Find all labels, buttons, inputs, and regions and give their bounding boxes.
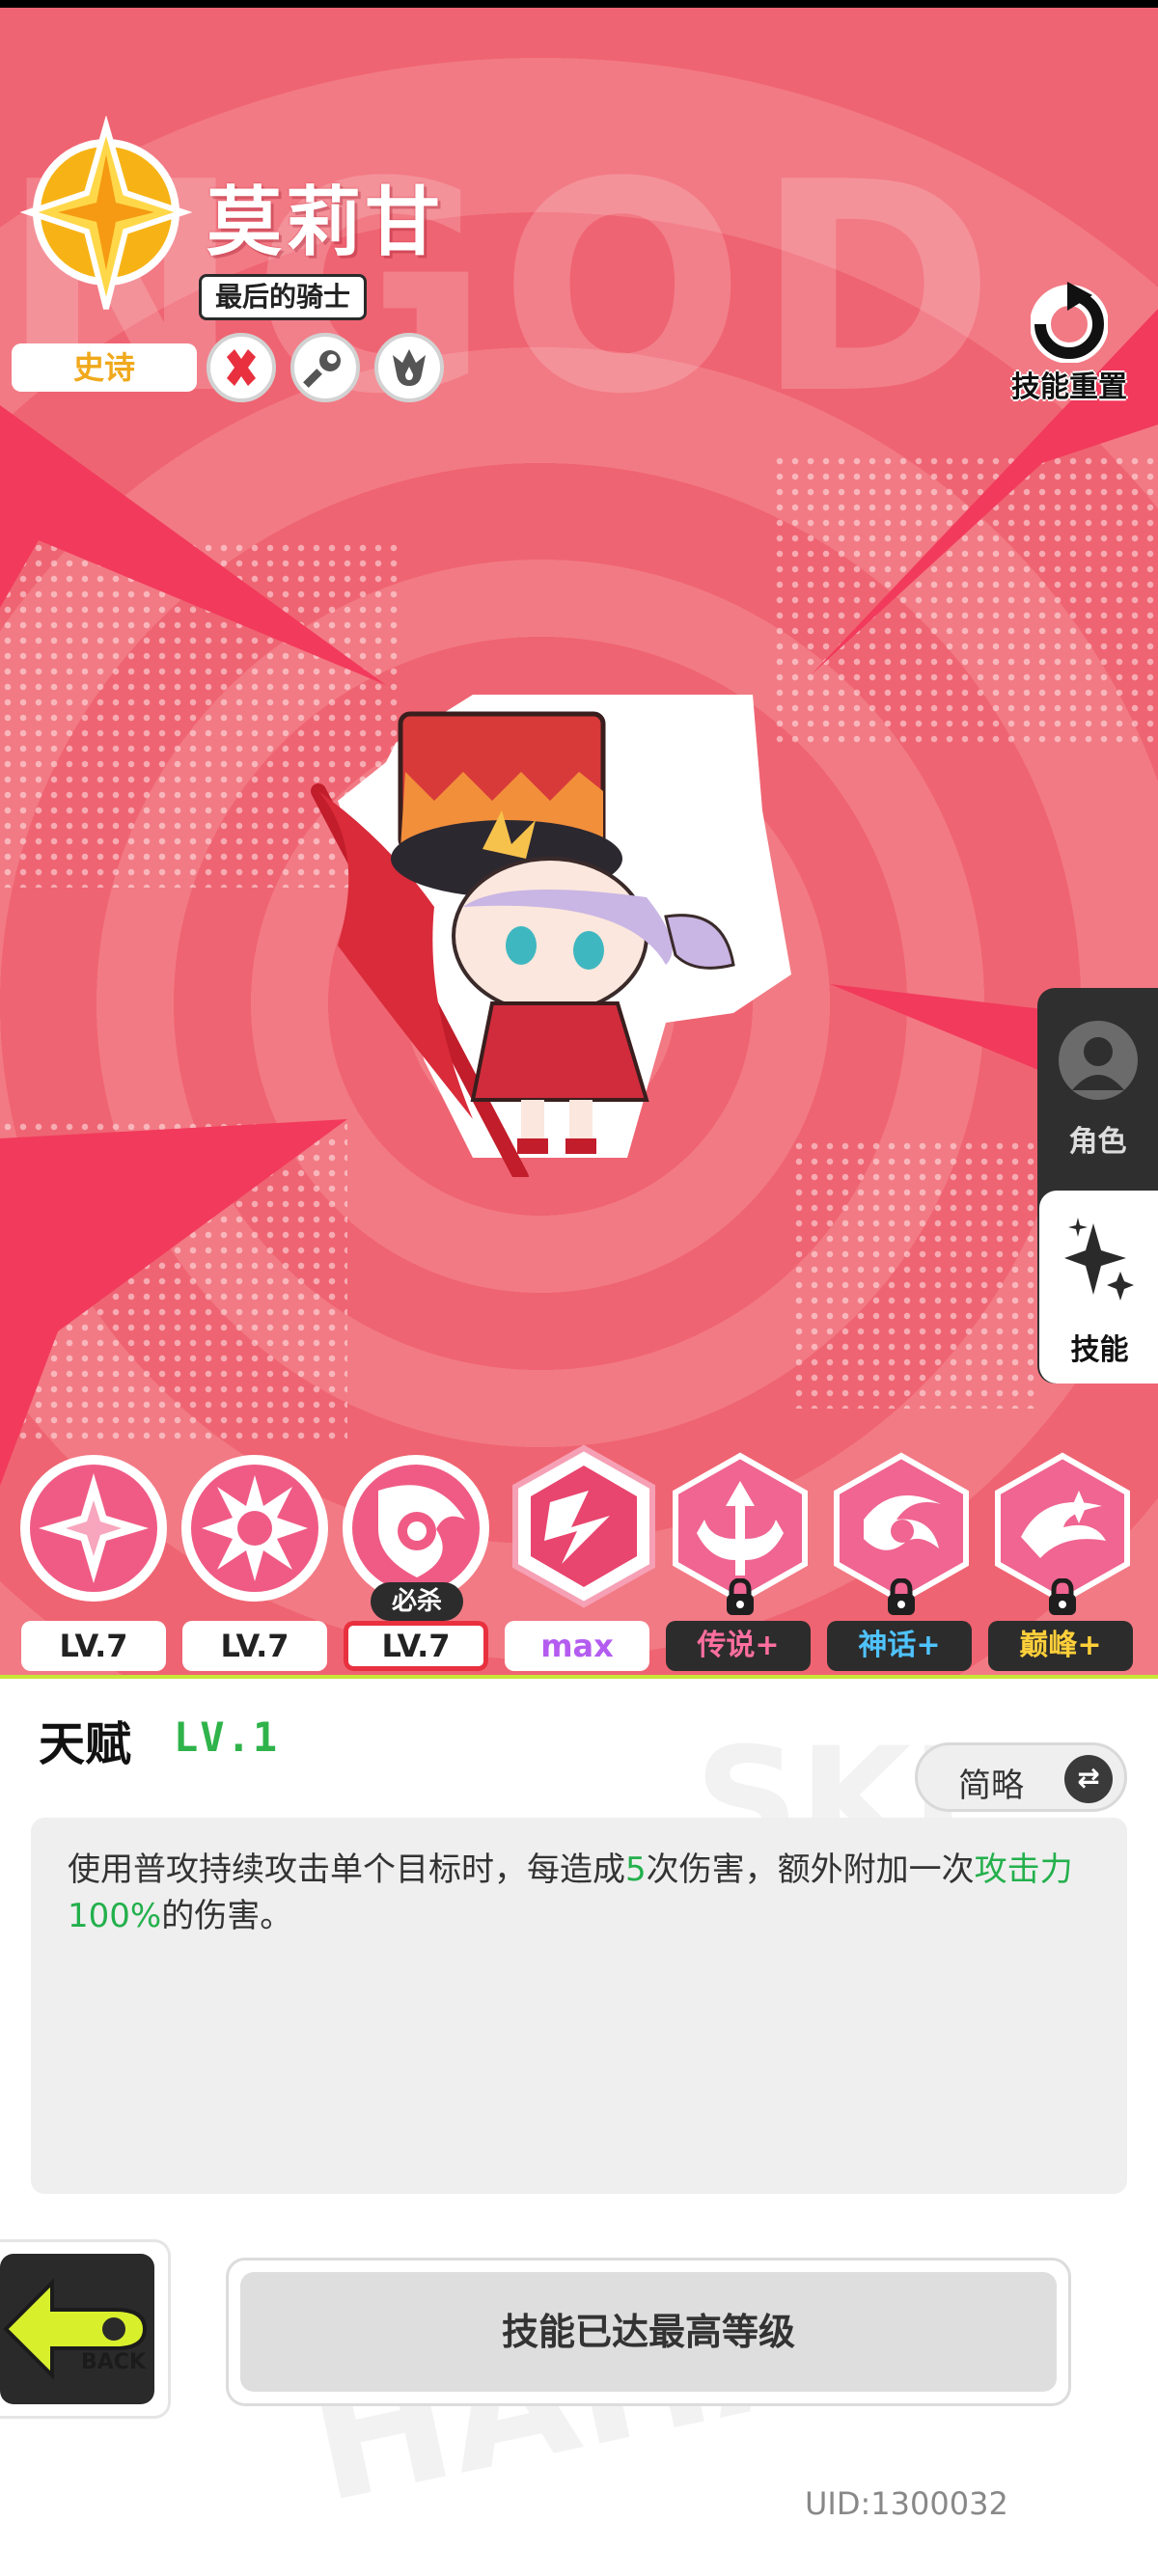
tab-skill-label: 技能 (1070, 1333, 1129, 1367)
swap-icon: ⇄ (1064, 1755, 1113, 1803)
skill-talent-icon[interactable] (502, 1444, 666, 1608)
skill-description-box: 使用普攻持续攻击单个目标时，每造成5次伤害，额外附加一次攻击力100%的伤害。 (31, 1818, 1127, 2194)
max-level-label: 技能已达最高等级 (240, 2272, 1057, 2392)
lock-icon (1049, 1578, 1076, 1615)
back-label: BACK (81, 2350, 146, 2374)
skill-description: 使用普攻持续攻击单个目标时，每造成5次伤害，额外附加一次攻击力100%的伤害。 (68, 1850, 1073, 1935)
status-bar (0, 0, 1158, 8)
character-title: 最后的骑士 (199, 274, 368, 320)
flame-trait-icon[interactable] (374, 333, 444, 402)
x-trait-icon[interactable] (207, 333, 276, 402)
wrench-trait-icon[interactable] (290, 333, 360, 402)
uid-label: UID:1300032 (805, 2485, 1008, 2522)
back-arrow-icon (0, 2254, 154, 2404)
avatar-icon (1059, 1021, 1138, 1100)
lock-icon (888, 1578, 915, 1615)
skill-star-burst-icon[interactable] (17, 1452, 170, 1604)
rarity-star-icon (19, 116, 193, 310)
sparkle-icon (1064, 1218, 1134, 1301)
character-name: 莫莉甘 (207, 179, 445, 266)
tab-role-label: 角色 (1068, 1125, 1127, 1159)
skill-explosion-icon[interactable] (179, 1452, 331, 1604)
ultimate-tag: 必杀 (371, 1582, 463, 1621)
brief-toggle-label: 简略 (958, 1767, 1024, 1805)
max-level-button[interactable]: 技能已达最高等级 (226, 2258, 1071, 2406)
character-portrait (311, 695, 791, 1177)
talent-title: 天赋 (39, 1717, 132, 1771)
side-tab-panel: 角色 技能 (1037, 988, 1158, 1384)
talent-level: LV.1 (174, 1713, 280, 1761)
tab-role[interactable]: 角色 (1037, 988, 1158, 1181)
character-showcase: NGOD 莫莉甘 最后的骑士 史诗 技能重置 角色 技能 必杀 LV.7 LV.… (0, 0, 1158, 1679)
refresh-icon (1031, 282, 1108, 363)
skill-reset-label: 技能重置 (1011, 370, 1127, 404)
brief-toggle-button[interactable]: 简略 ⇄ (915, 1742, 1127, 1812)
skill-reset-button[interactable]: 技能重置 (992, 280, 1146, 405)
back-button[interactable]: BACK (0, 2242, 168, 2416)
rarity-badge: 史诗 (12, 343, 197, 392)
tab-skill[interactable]: 技能 (1039, 1191, 1158, 1384)
lock-icon (727, 1578, 754, 1615)
